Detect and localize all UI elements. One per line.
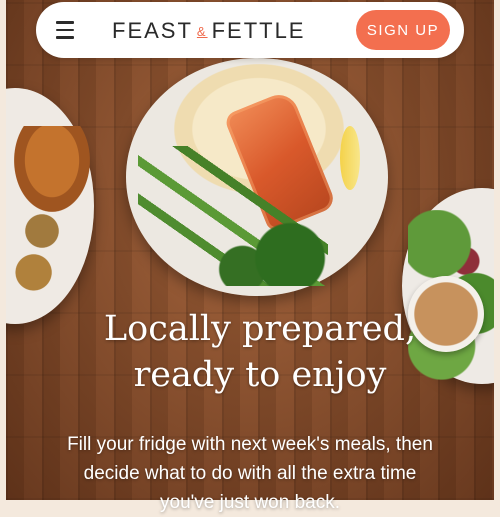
hero-headline: Locally prepared, ready to enjoy <box>60 306 460 398</box>
sign-up-button[interactable]: SIGN UP <box>356 10 450 50</box>
lemon-wedge <box>340 126 360 190</box>
brand-name-second: FETTLE <box>211 18 306 43</box>
headline-line-1: Locally prepared, <box>103 309 417 349</box>
bread-roll <box>14 126 90 212</box>
subtext-line-1: Fill your fridge with next week's meals,… <box>67 434 433 455</box>
broccolini <box>138 146 328 286</box>
subtext-line-2: decide what to do with all the extra tim… <box>83 463 417 484</box>
hero-image <box>6 0 494 500</box>
seared-scallops <box>14 208 70 300</box>
brand-name-first: FEAST <box>112 18 193 43</box>
headline-line-2: ready to enjoy <box>133 355 387 395</box>
brand-logo[interactable]: FEAST & FETTLE <box>112 18 305 44</box>
hero-subtext: Fill your fridge with next week's meals,… <box>20 430 480 517</box>
top-nav-bar: FEAST & FETTLE SIGN UP <box>36 2 464 58</box>
hamburger-menu-icon[interactable] <box>56 21 74 39</box>
subtext-line-3: you've just won back. <box>160 492 340 513</box>
brand-ampersand: & <box>196 23 208 39</box>
